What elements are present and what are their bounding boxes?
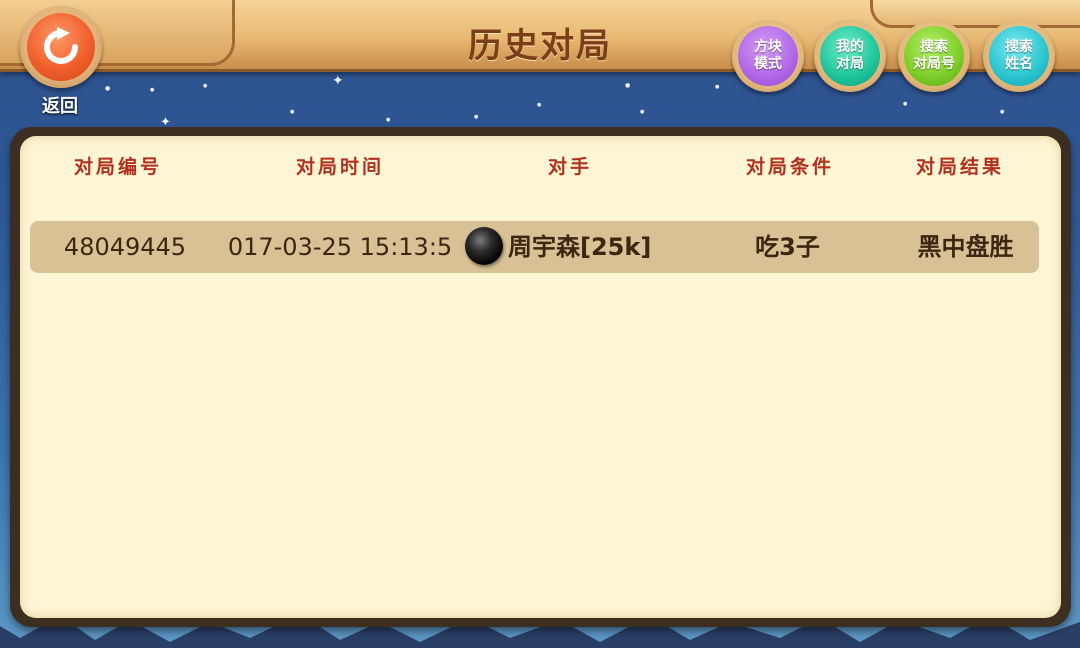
refresh-arrow-icon: [44, 27, 78, 64]
column-header-condition: 对局条件: [745, 156, 834, 178]
my-games-button[interactable]: 我的 对局: [814, 20, 886, 92]
page-title: 历史对局: [468, 26, 612, 66]
column-header-time: 对局时间: [295, 156, 384, 178]
star-decoration: ●: [715, 84, 720, 90]
condition-cell: 吃3子: [755, 233, 820, 261]
star-decoration: ●: [105, 85, 111, 92]
star-decoration: ●: [150, 87, 155, 93]
block-mode-button[interactable]: 方块 模式: [732, 20, 804, 92]
search-game-id-label: 搜索 对局号: [904, 26, 964, 86]
star-decoration: ●: [1000, 109, 1005, 115]
star-decoration: ●: [290, 109, 295, 115]
header-plank-right: [870, 0, 1080, 28]
black-stone-icon: [465, 227, 503, 265]
search-game-id-button[interactable]: 搜索 对局号: [898, 20, 970, 92]
star-decoration: ●: [640, 109, 645, 115]
column-header-game-id: 对局编号: [73, 156, 162, 178]
block-mode-label: 方块 模式: [738, 26, 798, 86]
game-time-cell: 017-03-25 15:13:5: [227, 233, 453, 261]
column-header-opponent: 对手: [547, 156, 592, 178]
back-button[interactable]: [20, 6, 102, 88]
star-decoration: ●: [537, 102, 542, 108]
history-table: 对局编号 对局时间 对手 对局条件 对局结果 48049445 017-03-2…: [20, 136, 1061, 618]
column-header-result: 对局结果: [915, 156, 1004, 178]
table-row[interactable]: 48049445 017-03-25 15:13:5 周宇森[25k] 吃3子 …: [30, 221, 1039, 273]
star-decoration: ●: [474, 114, 479, 120]
game-id-cell: 48049445: [63, 233, 187, 261]
result-cell: 黑中盘胜: [917, 233, 1014, 261]
opponent-cell: 周宇森[25k]: [508, 233, 652, 261]
star-decoration: ●: [625, 82, 631, 89]
history-panel: 对局编号 对局时间 对手 对局条件 对局结果 48049445 017-03-2…: [10, 127, 1071, 627]
star-decoration: ✦: [332, 73, 344, 89]
star-decoration: ●: [903, 101, 908, 107]
star-decoration: ●: [386, 117, 391, 123]
star-decoration: ●: [203, 83, 208, 89]
back-label: 返回: [42, 96, 78, 117]
search-name-label: 搜索 姓名: [989, 26, 1049, 86]
my-games-label: 我的 对局: [820, 26, 880, 86]
search-name-button[interactable]: 搜索 姓名: [983, 20, 1055, 92]
